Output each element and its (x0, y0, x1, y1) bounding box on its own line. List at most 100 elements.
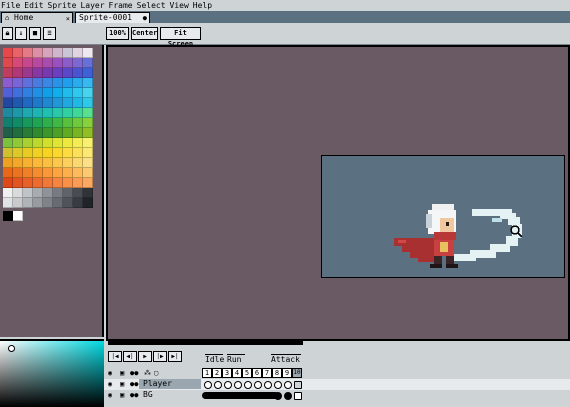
tag-idle[interactable]: Idle (205, 354, 224, 365)
fit-screen-button[interactable]: Fit Screen (160, 27, 201, 48)
palette-swatch[interactable] (53, 98, 63, 108)
modified-dot-icon[interactable]: ● (143, 13, 147, 23)
next-frame-button[interactable]: |▶ (153, 351, 167, 362)
palette-swatch[interactable] (73, 188, 83, 198)
palette-swatch[interactable] (33, 108, 43, 118)
palette-swatch[interactable] (33, 58, 43, 68)
palette-swatch[interactable] (43, 168, 53, 178)
palette-swatch[interactable] (63, 48, 73, 58)
palette-swatch[interactable] (33, 88, 43, 98)
palette-swatch[interactable] (23, 148, 33, 158)
palette-swatch[interactable] (83, 138, 93, 148)
palette-swatch[interactable] (43, 158, 53, 168)
palette-swatch[interactable] (33, 148, 43, 158)
palette-swatch[interactable] (43, 148, 53, 158)
palette-swatch[interactable] (73, 108, 83, 118)
palette-swatch[interactable] (23, 178, 33, 188)
palette-swatch[interactable] (73, 128, 83, 138)
frame-number-cell[interactable]: 4 (232, 368, 242, 378)
cel-filled-icon[interactable] (274, 392, 282, 400)
palette-swatch[interactable] (63, 168, 73, 178)
palette-swatch[interactable] (43, 138, 53, 148)
palette-swatch[interactable] (63, 58, 73, 68)
palette-swatch[interactable] (23, 98, 33, 108)
tag-attack[interactable]: Attack (271, 354, 301, 365)
palette-swatch[interactable] (73, 118, 83, 128)
eye-icon[interactable]: ◉ (108, 390, 112, 400)
layer-name[interactable]: Player (139, 379, 201, 389)
palette-swatch[interactable] (3, 168, 13, 178)
zoom-100-button[interactable]: 100% (106, 27, 129, 40)
lock-icon[interactable]: ▣ (120, 379, 124, 389)
link-icon[interactable]: ●● (130, 368, 138, 378)
continuous-icon[interactable]: ⁂ (144, 368, 151, 378)
layer-row-player[interactable]: ◉ ▣ ●● Player (104, 379, 570, 390)
palette-swatch[interactable] (3, 68, 13, 78)
palette-swatch[interactable] (83, 108, 93, 118)
palette-swatch[interactable] (73, 168, 83, 178)
palette-swatch[interactable] (63, 78, 73, 88)
palette-swatch[interactable] (13, 211, 23, 221)
cel-filled-icon[interactable] (294, 392, 302, 400)
layer-row-bg[interactable]: ◉ ▣ ●● BG (104, 390, 570, 401)
eye-icon[interactable]: ◉ (108, 379, 112, 389)
palette-swatch[interactable] (13, 168, 23, 178)
palette-swatch[interactable] (63, 68, 73, 78)
palette-swatch[interactable] (3, 188, 13, 198)
cel-empty-icon[interactable] (224, 381, 232, 389)
lock-icon[interactable]: ▣ (120, 390, 124, 400)
frame-number-cell[interactable]: 5 (242, 368, 252, 378)
palette-swatch[interactable] (3, 78, 13, 88)
cel-empty-icon[interactable] (274, 381, 282, 389)
palette-swatch[interactable] (53, 148, 63, 158)
palette-swatch[interactable] (13, 58, 23, 68)
cel-empty-icon[interactable] (214, 381, 222, 389)
palette-swatch[interactable] (3, 58, 13, 68)
palette-swatch[interactable] (3, 118, 13, 128)
frame-number-cell[interactable]: 10 (292, 368, 302, 378)
palette-swatch[interactable] (83, 48, 93, 58)
layer-name[interactable]: BG (139, 390, 201, 400)
palette-swatch[interactable] (83, 168, 93, 178)
palette-swatch[interactable] (83, 98, 93, 108)
palette-swatch[interactable] (3, 198, 13, 208)
palette-swatch[interactable] (3, 158, 13, 168)
palette-swatch[interactable] (83, 68, 93, 78)
palette-swatch[interactable] (83, 58, 93, 68)
palette-swatch[interactable] (83, 78, 93, 88)
cel-empty-icon[interactable] (254, 381, 262, 389)
palette-swatch[interactable] (83, 88, 93, 98)
palette-swatch[interactable] (73, 198, 83, 208)
frame-number-cell[interactable]: 3 (222, 368, 232, 378)
palette-swatch[interactable] (13, 88, 23, 98)
palette-swatch[interactable] (63, 88, 73, 98)
palette-swatch[interactable] (23, 158, 33, 168)
palette-swatch[interactable] (73, 68, 83, 78)
palette-swatch[interactable] (13, 48, 23, 58)
palette-swatch[interactable] (43, 178, 53, 188)
palette-swatch[interactable] (83, 148, 93, 158)
palette-swatch[interactable] (13, 98, 23, 108)
palette-swatch[interactable] (43, 58, 53, 68)
palette-swatch[interactable] (3, 108, 13, 118)
palette-swatch[interactable] (13, 198, 23, 208)
frame-number-cell[interactable]: 2 (212, 368, 222, 378)
palette-swatch[interactable] (13, 178, 23, 188)
palette-swatch[interactable] (63, 178, 73, 188)
palette-swatch[interactable] (83, 128, 93, 138)
palette-swatch[interactable] (53, 88, 63, 98)
picker-handle[interactable] (8, 345, 15, 352)
frame-number-cell[interactable]: 7 (262, 368, 272, 378)
menu-sprite[interactable]: Sprite (47, 0, 80, 11)
palette-swatch[interactable] (23, 188, 33, 198)
palette-swatch[interactable] (43, 68, 53, 78)
menu-select[interactable]: Select (136, 0, 169, 11)
lock-icon[interactable]: ▣ (120, 368, 124, 378)
palette-swatch[interactable] (53, 168, 63, 178)
palette-swatch[interactable] (23, 198, 33, 208)
palette-swatch[interactable] (83, 188, 93, 198)
menu-file[interactable]: File (0, 0, 23, 11)
sprite-canvas[interactable] (321, 155, 565, 278)
menu-edit[interactable]: Edit (23, 0, 46, 11)
palette-swatch[interactable] (13, 108, 23, 118)
